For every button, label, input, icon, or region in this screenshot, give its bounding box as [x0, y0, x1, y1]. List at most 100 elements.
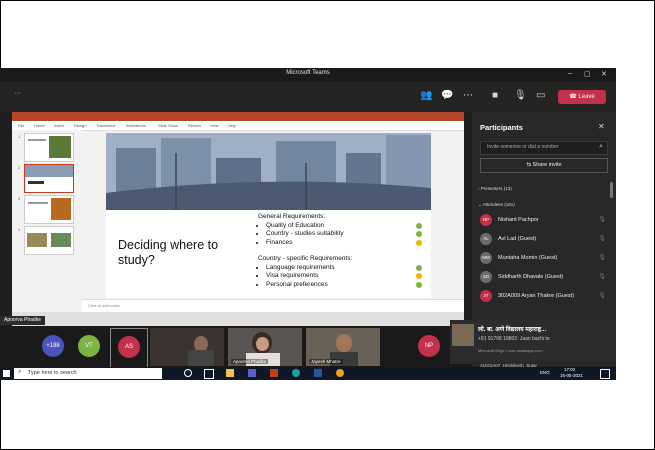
- video-tile[interactable]: [150, 328, 224, 366]
- section2-title: Country - specific Requirements:: [258, 255, 353, 262]
- participant-tile[interactable]: NP: [418, 335, 440, 357]
- thumb-number: 1: [18, 134, 21, 139]
- ppt-status-bar: [12, 312, 464, 326]
- close-icon[interactable]: ✕: [601, 70, 607, 78]
- presenter-name-tag: Apoorva Phadke: [0, 316, 45, 325]
- ppt-menu-item[interactable]: Help: [228, 123, 236, 128]
- taskbar-search-input[interactable]: ⌕ Type here to search: [14, 368, 162, 379]
- camera-icon[interactable]: ■: [492, 90, 498, 101]
- avatar: AL: [480, 233, 492, 245]
- chrome-icon[interactable]: [336, 369, 344, 377]
- teams-taskbar-icon[interactable]: [248, 369, 256, 377]
- section1-title: General Requirements:: [258, 213, 326, 220]
- leave-button[interactable]: ☎ Leave: [558, 90, 606, 104]
- ppt-menu-item[interactable]: File: [18, 123, 24, 128]
- ppt-menu-item[interactable]: Review: [188, 123, 201, 128]
- slide-thumbnails: 1 2 3 4: [12, 130, 82, 312]
- current-slide: Deciding where to study? General Require…: [106, 133, 431, 298]
- office-icon[interactable]: [270, 369, 278, 377]
- video-tile[interactable]: Jayesh Mhatre: [306, 328, 380, 366]
- panel-scrollbar[interactable]: [610, 182, 613, 198]
- window-title: Microsoft Teams: [286, 70, 330, 76]
- video-tile[interactable]: Apoorva Phadke: [228, 328, 302, 366]
- city-skyline-image: [106, 133, 431, 210]
- slide-thumbnail[interactable]: [24, 195, 74, 224]
- mic-off-icon: 🎙: [598, 236, 606, 242]
- participant-row[interactable]: AL Avi Lad (Guest) 🎙: [480, 232, 610, 246]
- avatar: MM: [480, 252, 492, 264]
- participant-tile[interactable]: VT: [78, 335, 100, 357]
- more-participants-badge[interactable]: +188: [42, 335, 64, 357]
- file-explorer-icon[interactable]: [226, 369, 234, 377]
- language-indicator[interactable]: ENG: [540, 370, 550, 375]
- ppt-menu-item[interactable]: Home: [34, 123, 45, 128]
- participant-tile-frame[interactable]: AS: [110, 328, 148, 368]
- edge-icon[interactable]: [292, 369, 300, 377]
- thumb-number: 4: [18, 227, 21, 232]
- participant-row[interactable]: 3T 302A009 Aryan Thakre (Guest) 🎙: [480, 289, 610, 303]
- whatsapp-notification[interactable]: लो. बा. अणे विद्यालय महाराष्ट्र... +91 9…: [450, 320, 616, 364]
- requirement-item: Quality of Education: [266, 222, 428, 231]
- word-icon[interactable]: [314, 369, 322, 377]
- status-dot: [416, 231, 422, 237]
- mic-off-icon: 🎙: [598, 217, 606, 223]
- presenters-section-toggle[interactable]: › Presenters (13): [478, 186, 512, 191]
- requirement-item: Country - studies suitability: [266, 230, 428, 239]
- close-panel-icon[interactable]: ✕: [598, 122, 605, 131]
- video-strip: +188 VT AS Apoorva Phadke Jayesh Mhatre …: [0, 326, 472, 370]
- thumb-number: 2: [18, 165, 21, 170]
- ppt-menu-item[interactable]: Design: [74, 123, 86, 128]
- slide-thumbnail-selected[interactable]: [24, 164, 74, 193]
- status-dot: [416, 264, 422, 271]
- ppt-menu-item[interactable]: Animations: [126, 123, 146, 128]
- notes-pane[interactable]: Click to add notes: [82, 299, 464, 313]
- search-icon: ⌕: [18, 369, 22, 375]
- share-invite-button[interactable]: ⇆ Share invite: [480, 158, 608, 173]
- panel-title: Participants: [480, 123, 523, 132]
- attendees-section-toggle[interactable]: ⌄ Attendees (181): [478, 202, 515, 208]
- screenshot-area: Microsoft Teams – ▢ ✕ ··· 👥 💬 ⋯ ■ 🎙 ▭ ☎ …: [0, 68, 616, 380]
- ppt-menu-item[interactable]: Slide Show: [158, 123, 178, 128]
- maximize-icon[interactable]: ▢: [584, 70, 591, 78]
- participant-name: Avi Lad (Guest): [498, 236, 537, 242]
- participant-name: Nishant Pachpor: [498, 217, 539, 223]
- invite-search-input[interactable]: Invite someone or dial a number ⌕: [480, 141, 608, 155]
- avatar: SD: [480, 271, 492, 283]
- windows-start-icon[interactable]: [3, 370, 10, 377]
- requirement-item: Personal preferences: [266, 281, 428, 290]
- requirement-item: Finances: [266, 239, 428, 248]
- more-actions-icon[interactable]: ⋯: [463, 90, 473, 101]
- shared-powerpoint-window: File Home Insert Design Transitions Anim…: [12, 112, 464, 326]
- clock-date[interactable]: 16-05-2021: [560, 373, 583, 378]
- clock-time[interactable]: 17:02: [564, 367, 575, 372]
- video-name-label: Jayesh Mhatre: [309, 359, 343, 364]
- more-dots-icon[interactable]: ···: [14, 90, 21, 97]
- participant-row[interactable]: SD Siddharth Dhavale (Guest) 🎙: [480, 270, 610, 284]
- ppt-menu-item[interactable]: View: [210, 123, 219, 128]
- participants-icon[interactable]: 👥: [420, 90, 432, 101]
- ppt-menu-item[interactable]: Insert: [54, 123, 64, 128]
- ppt-menu-item[interactable]: Transitions: [96, 123, 115, 128]
- video-name-label: Apoorva Phadke: [231, 359, 269, 364]
- slide-thumbnail[interactable]: [24, 226, 74, 255]
- notification-thumbnail: [452, 324, 474, 346]
- participant-name: 302A009 Aryan Thakre (Guest): [498, 293, 575, 299]
- minimize-icon[interactable]: –: [568, 70, 572, 77]
- notification-source: Microsoft Edge • web.whatsapp.com: [478, 348, 543, 353]
- notifications-icon[interactable]: [600, 369, 610, 379]
- cortana-icon[interactable]: [184, 369, 192, 377]
- notification-message: +91 91768 18802: Jaan bachi to: [478, 336, 550, 342]
- participant-name: Siddharth Dhavale (Guest): [498, 274, 564, 280]
- slide-thumbnail[interactable]: [24, 133, 74, 162]
- participant-row[interactable]: MM Muntaha Momin (Guest) 🎙: [480, 251, 610, 265]
- notification-title: लो. बा. अणे विद्यालय महाराष्ट्र...: [478, 327, 547, 333]
- microphone-icon[interactable]: 🎙: [514, 90, 527, 101]
- share-tray-icon[interactable]: ▭: [536, 90, 545, 101]
- meeting-toolbar: ··· 👥 💬 ⋯ ■ 🎙 ▭ ☎ Leave: [0, 82, 616, 112]
- mic-off-icon: 🎙: [598, 293, 606, 299]
- avatar: NP: [480, 214, 492, 226]
- slide-headline: Deciding where to study?: [118, 238, 219, 267]
- participant-row[interactable]: NP Nishant Pachpor 🎙: [480, 213, 610, 227]
- chat-icon[interactable]: 💬: [441, 90, 453, 101]
- task-view-icon[interactable]: [204, 369, 214, 379]
